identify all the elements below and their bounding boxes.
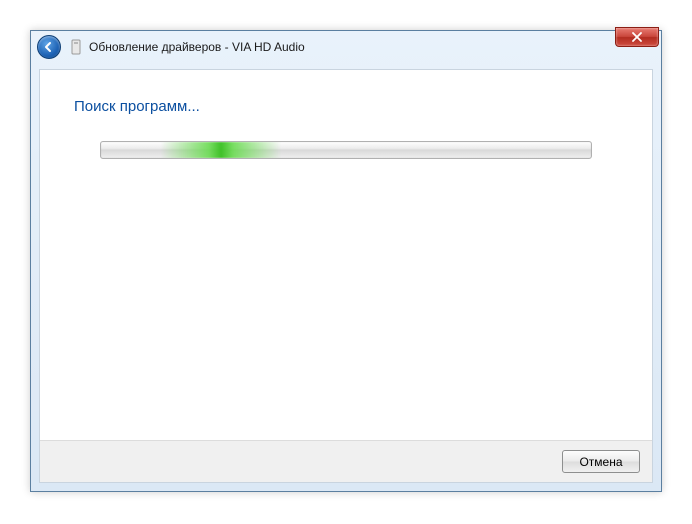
back-button[interactable] (37, 35, 61, 59)
device-icon (69, 38, 83, 56)
close-icon (632, 32, 642, 42)
window-title: Обновление драйверов - VIA HD Audio (89, 40, 305, 54)
dialog-window: Обновление драйверов - VIA HD Audio Поис… (30, 30, 662, 492)
progress-indicator (161, 142, 281, 158)
close-button[interactable] (615, 27, 659, 47)
titlebar: Обновление драйверов - VIA HD Audio (31, 31, 661, 63)
progress-bar (100, 141, 592, 159)
dialog-footer: Отмена (40, 440, 652, 482)
status-heading: Поиск программ... (74, 98, 618, 115)
content-panel: Поиск программ... Отмена (39, 69, 653, 483)
back-arrow-icon (43, 41, 55, 53)
cancel-button[interactable]: Отмена (562, 450, 640, 473)
